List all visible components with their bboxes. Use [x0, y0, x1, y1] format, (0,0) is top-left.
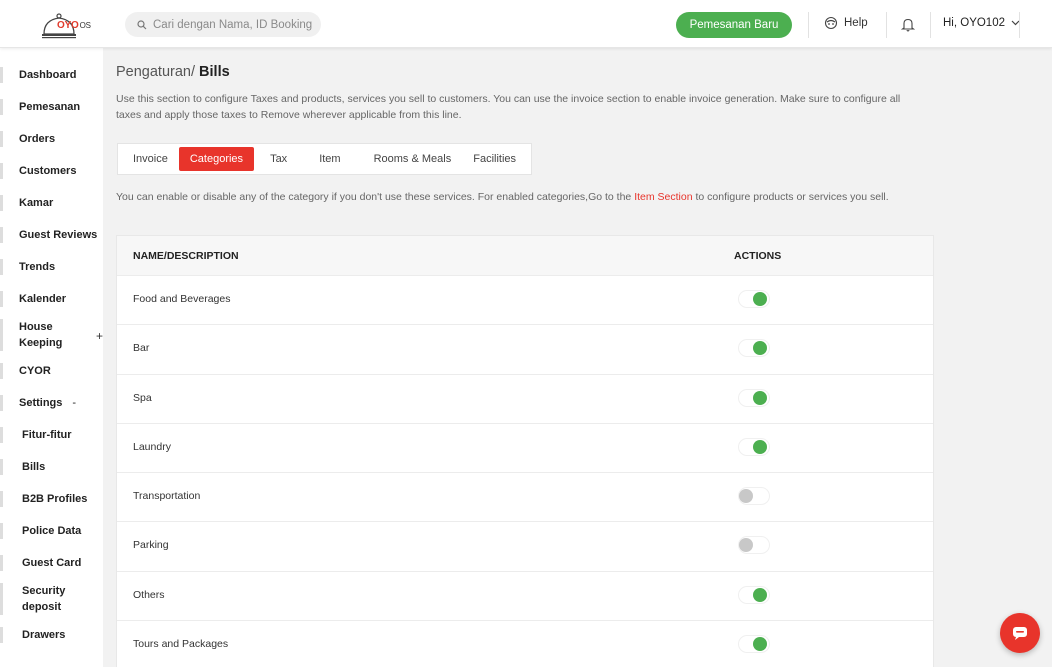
category-name: Transportation: [133, 490, 201, 503]
header-divider: [930, 12, 931, 38]
sidebar-item-customers[interactable]: Customers: [0, 163, 103, 179]
category-name: Laundry: [133, 440, 171, 453]
toggle-knob: [753, 341, 767, 356]
sidebar-item-trends[interactable]: Trends: [0, 259, 103, 275]
toggle-knob: [739, 489, 753, 504]
category-name: Tours and Packages: [133, 638, 229, 651]
toggle-knob: [753, 587, 767, 602]
category-name: Spa: [133, 391, 152, 404]
categories-table: NAME/DESCRIPTION ACTIONS Food and Bevera…: [116, 235, 934, 667]
table-row: Others: [117, 572, 933, 622]
sidebar: Dashboard Pemesanan Orders Customers Kam…: [0, 48, 103, 667]
category-toggle[interactable]: [738, 388, 770, 407]
sidebar-item-dashboard[interactable]: Dashboard: [0, 67, 103, 83]
logo-wordmark: OYOOS: [57, 20, 91, 31]
tab-item[interactable]: Item: [303, 147, 362, 171]
sidebar-item-cyor[interactable]: CYOR: [0, 363, 103, 379]
category-name: Bar: [133, 342, 150, 355]
sidebar-item-kamar[interactable]: Kamar: [0, 195, 103, 211]
categories-note: You can enable or disable any of the cat…: [116, 191, 889, 203]
search-input[interactable]: [153, 18, 313, 31]
tab-tax[interactable]: Tax: [254, 147, 303, 171]
tab-categories[interactable]: Categories: [178, 147, 255, 171]
collapse-icon[interactable]: -: [72, 397, 76, 409]
sidebar-item-bills[interactable]: Bills: [0, 459, 103, 475]
new-booking-button[interactable]: Pemesanan Baru: [676, 12, 792, 38]
main-content: Pengaturan/ Bills Use this section to co…: [103, 48, 1052, 667]
item-section-link[interactable]: Item Section: [634, 191, 692, 203]
header-divider: [808, 12, 809, 38]
table-row: Food and Beverages: [117, 276, 933, 326]
user-greeting: Hi, OYO102: [943, 17, 1005, 29]
category-name: Others: [133, 588, 165, 601]
bell-icon[interactable]: [901, 17, 915, 32]
sidebar-item-house-keeping[interactable]: House Keeping: [0, 319, 86, 351]
user-menu[interactable]: Hi, OYO102: [943, 17, 1020, 29]
category-toggle[interactable]: [738, 585, 770, 604]
sidebar-item-pemesanan[interactable]: Pemesanan: [0, 99, 103, 115]
tab-facilities[interactable]: Facilities: [462, 147, 527, 171]
sidebar-item-orders[interactable]: Orders: [0, 131, 103, 147]
breadcrumb-current: Bills: [199, 64, 230, 80]
category-toggle[interactable]: [738, 290, 770, 308]
table-row: Parking: [117, 522, 933, 572]
search-icon: [137, 19, 147, 29]
sidebar-item-drawers[interactable]: Drawers: [0, 627, 103, 643]
page-description: Use this section to configure Taxes and …: [116, 93, 901, 121]
sidebar-item-b2b-profiles[interactable]: B2B Profiles: [0, 491, 103, 507]
category-toggle[interactable]: [738, 536, 770, 555]
tab-invoice[interactable]: Invoice: [122, 147, 179, 171]
chat-icon: [1013, 627, 1027, 640]
help-link[interactable]: Help: [824, 16, 868, 30]
sidebar-item-guest-card[interactable]: Guest Card: [0, 555, 103, 571]
search-bar[interactable]: [125, 12, 321, 37]
column-header-name: NAME/DESCRIPTION: [133, 250, 239, 262]
sidebar-item-fitur-fitur[interactable]: Fitur-fitur: [0, 427, 103, 443]
top-header: OYOOS Pemesanan Baru Help Hi, OYO102: [0, 0, 1052, 48]
tab-rooms-meals[interactable]: Rooms & Meals: [363, 147, 463, 171]
bills-tabs: Invoice Categories Tax Item Rooms & Meal…: [117, 143, 533, 175]
table-row: Spa: [117, 375, 933, 424]
sidebar-item-guest-reviews[interactable]: Guest Reviews: [0, 227, 103, 243]
category-name: Parking: [133, 539, 169, 552]
sidebar-item-kalender[interactable]: Kalender: [0, 291, 103, 307]
category-toggle[interactable]: [738, 635, 770, 654]
table-header: NAME/DESCRIPTION ACTIONS: [117, 236, 933, 276]
toggle-knob: [753, 390, 767, 405]
category-toggle[interactable]: [738, 437, 770, 456]
category-toggle[interactable]: [738, 339, 770, 358]
table-row: Transportation: [117, 473, 933, 523]
toggle-knob: [753, 439, 767, 454]
toggle-knob: [739, 538, 753, 553]
header-divider: [886, 12, 887, 38]
toggle-knob: [753, 637, 767, 652]
breadcrumb-parent[interactable]: Pengaturan/: [116, 64, 195, 80]
category-name: Food and Beverages: [133, 293, 231, 305]
table-row: Laundry: [117, 424, 933, 474]
expand-icon[interactable]: +: [96, 329, 103, 343]
column-header-actions: ACTIONS: [734, 250, 782, 262]
page-title: Pengaturan/ Bills: [116, 64, 230, 80]
toggle-knob: [753, 292, 767, 306]
chat-button[interactable]: [1000, 613, 1040, 653]
sidebar-item-police-data[interactable]: Police Data: [0, 523, 103, 539]
table-row: Bar: [117, 325, 933, 375]
help-icon: [824, 16, 838, 30]
category-toggle[interactable]: [738, 487, 770, 506]
help-label: Help: [844, 17, 868, 29]
sidebar-item-security-deposit[interactable]: Security deposit: [0, 583, 86, 615]
sidebar-item-settings[interactable]: Settings -: [0, 395, 103, 411]
header-divider: [1019, 12, 1020, 38]
table-row: Tours and Packages: [117, 621, 933, 667]
